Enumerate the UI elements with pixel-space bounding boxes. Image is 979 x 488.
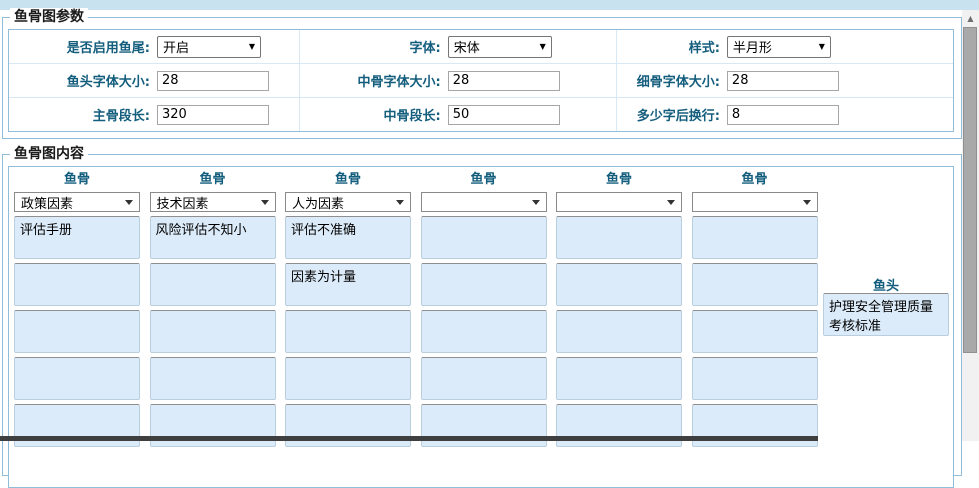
bone-column-header: 鱼骨 xyxy=(692,171,818,188)
mid-bone-length-label: 中骨段长: xyxy=(300,105,441,124)
fish-head-font-size-input[interactable] xyxy=(157,71,269,91)
params-cell: 是否启用鱼尾: 开启 ▼ xyxy=(9,30,300,63)
bone-note-textarea[interactable] xyxy=(421,216,547,259)
bone-column: 鱼骨 xyxy=(421,167,547,447)
params-cell: 中骨字体大小: xyxy=(300,64,617,97)
bone-category-select[interactable]: 人为因素 xyxy=(285,192,411,212)
bone-note-textarea[interactable] xyxy=(556,357,682,400)
bone-note-textarea[interactable] xyxy=(556,310,682,353)
bone-note-textarea[interactable] xyxy=(692,357,818,400)
bone-category-select[interactable]: 政策因素 xyxy=(14,192,140,212)
params-cell: 鱼头字体大小: xyxy=(9,64,300,97)
params-cell: 中骨段长: xyxy=(300,98,617,131)
params-cell: 样式: 半月形 ▼ xyxy=(617,30,953,63)
main-bone-length-input[interactable] xyxy=(157,105,269,125)
chevron-down-icon xyxy=(803,200,811,205)
bone-column: 鱼骨 xyxy=(556,167,682,447)
bone-category-select[interactable] xyxy=(692,192,818,212)
bone-note-textarea[interactable] xyxy=(692,310,818,353)
bone-column-header: 鱼骨 xyxy=(14,171,140,188)
params-table: 是否启用鱼尾: 开启 ▼ 字体: 宋体 ▼ 样式: 半月形 ▼ 鱼头字体大小: 中骨字体大小: 细骨字… xyxy=(8,29,954,132)
bone-note-textarea[interactable] xyxy=(285,216,411,259)
bone-note-textarea[interactable] xyxy=(556,216,682,259)
style-select-value: 半月形 xyxy=(733,37,772,56)
bone-category-select[interactable] xyxy=(556,192,682,212)
bone-note-textarea[interactable] xyxy=(150,216,276,259)
bone-note-textarea[interactable] xyxy=(421,310,547,353)
fish-head-textarea[interactable]: 护理安全管理质量考核标准 xyxy=(823,293,949,336)
fish-head-label: 鱼头 xyxy=(823,275,949,294)
style-select-select[interactable]: 半月形 ▼ xyxy=(727,36,831,58)
bone-category-value: 技术因素 xyxy=(157,193,209,212)
params-cell: 主骨段长: xyxy=(9,98,300,131)
vertical-scrollbar[interactable]: ▲ xyxy=(962,10,979,441)
fish-tail-toggle-select[interactable]: 开启 ▼ xyxy=(157,36,261,58)
bone-note-textarea[interactable] xyxy=(14,357,140,400)
params-section: 鱼骨图参数 是否启用鱼尾:开启▼字体:宋体▼样式:半月形▼鱼头字体大小:中骨字体… xyxy=(2,17,962,139)
bone-category-select[interactable]: 技术因素 xyxy=(150,192,276,212)
style-select-label: 样式: xyxy=(617,37,720,56)
bone-column: 鱼骨技术因素 xyxy=(150,167,276,447)
chevron-down-icon xyxy=(396,200,404,205)
thin-bone-font-size-input[interactable] xyxy=(727,71,839,91)
content-legend: 鱼骨图内容 xyxy=(10,145,88,163)
wrap-after-chars-input[interactable] xyxy=(727,105,839,125)
bone-column: 鱼骨 xyxy=(692,167,818,447)
chevron-down-icon: ▼ xyxy=(819,43,825,51)
bone-note-textarea[interactable] xyxy=(692,263,818,306)
params-cell: 细骨字体大小: xyxy=(617,64,953,97)
params-row: 主骨段长: 中骨段长: 多少字后换行: xyxy=(9,98,953,131)
fish-tail-toggle-value: 开启 xyxy=(163,37,189,56)
mid-bone-font-size-input[interactable] xyxy=(448,71,560,91)
fish-tail-toggle-label: 是否启用鱼尾: xyxy=(9,37,150,56)
fish-head-font-size-label: 鱼头字体大小: xyxy=(9,71,150,90)
bone-column-header: 鱼骨 xyxy=(285,171,411,188)
wrap-after-chars-label: 多少字后换行: xyxy=(617,105,720,124)
params-legend: 鱼骨图参数 xyxy=(10,8,88,26)
bone-column: 鱼骨人为因素 xyxy=(285,167,411,447)
chevron-down-icon xyxy=(125,200,133,205)
content-section: 鱼骨图内容 鱼头 护理安全管理质量考核标准 鱼骨政策因素鱼骨技术因素鱼骨人为因素… xyxy=(2,154,962,476)
font-select-value: 宋体 xyxy=(454,37,480,56)
thin-bone-font-size-label: 细骨字体大小: xyxy=(617,71,720,90)
bone-column: 鱼骨政策因素 xyxy=(14,167,140,447)
params-row: 鱼头字体大小: 中骨字体大小: 细骨字体大小: xyxy=(9,64,953,98)
bone-note-textarea[interactable] xyxy=(150,263,276,306)
scrollbar-thumb[interactable] xyxy=(963,27,977,353)
bone-note-textarea[interactable] xyxy=(150,310,276,353)
chevron-down-icon xyxy=(261,200,269,205)
bone-note-textarea[interactable] xyxy=(421,263,547,306)
main-bone-length-label: 主骨段长: xyxy=(9,105,150,124)
top-strip xyxy=(0,0,979,10)
bone-note-textarea[interactable] xyxy=(421,357,547,400)
bone-note-textarea[interactable] xyxy=(285,357,411,400)
font-select-select[interactable]: 宋体 ▼ xyxy=(448,36,552,58)
mid-bone-length-input[interactable] xyxy=(448,105,560,125)
bone-note-textarea[interactable] xyxy=(14,216,140,259)
bone-column-header: 鱼骨 xyxy=(556,171,682,188)
mid-bone-font-size-label: 中骨字体大小: xyxy=(300,71,441,90)
bone-note-textarea[interactable] xyxy=(285,263,411,306)
chevron-down-icon xyxy=(532,200,540,205)
chevron-down-icon: ▼ xyxy=(540,43,546,51)
bone-note-textarea[interactable] xyxy=(14,310,140,353)
chevron-down-icon: ▼ xyxy=(249,43,255,51)
scroll-up-arrow-icon[interactable]: ▲ xyxy=(962,10,979,26)
bone-category-select[interactable] xyxy=(421,192,547,212)
params-row: 是否启用鱼尾: 开启 ▼ 字体: 宋体 ▼ 样式: 半月形 ▼ xyxy=(9,30,953,64)
bone-category-value: 人为因素 xyxy=(292,193,344,212)
bone-category-value: 政策因素 xyxy=(21,193,73,212)
bone-note-textarea[interactable] xyxy=(692,216,818,259)
bone-column-header: 鱼骨 xyxy=(150,171,276,188)
chevron-down-icon xyxy=(667,200,675,205)
bone-note-textarea[interactable] xyxy=(556,263,682,306)
bottom-dark-bar xyxy=(0,436,818,441)
bone-column-header: 鱼骨 xyxy=(421,171,547,188)
params-cell: 多少字后换行: xyxy=(617,98,953,131)
bone-note-textarea[interactable] xyxy=(285,310,411,353)
font-select-label: 字体: xyxy=(300,37,441,56)
bone-note-textarea[interactable] xyxy=(150,357,276,400)
bone-note-textarea[interactable] xyxy=(14,263,140,306)
params-cell: 字体: 宋体 ▼ xyxy=(300,30,617,63)
